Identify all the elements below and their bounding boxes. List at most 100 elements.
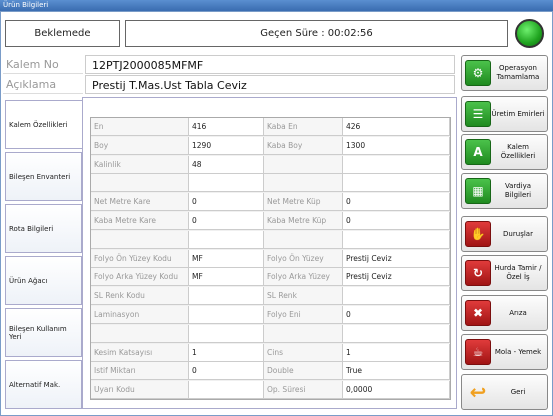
property-label: Folyo Arka Yüzey Kodu — [91, 268, 189, 287]
property-label: Net Metre Kare — [91, 193, 189, 212]
tab-component-usage[interactable]: Bileşen Kullanım Yeri — [5, 308, 82, 357]
action-button-label: Kalem Özellikleri — [500, 143, 536, 160]
property-label: Folyo Arka Yüzey — [264, 268, 343, 287]
action-button-5[interactable]: ✋ Duruşlar — [461, 216, 548, 252]
action-button-9[interactable]: ↩ Geri — [461, 374, 548, 410]
tab-component-inventory[interactable]: Bileşen Envanteri — [5, 152, 82, 201]
property-row: Folyo Ön Yüzey Kodu MF Folyo Ön Yüzey Prest… — [91, 249, 450, 268]
property-value: Prestij Ceviz — [343, 249, 450, 268]
calendar-icon: ▦ — [465, 178, 491, 204]
action-button-label: Geri — [510, 387, 526, 396]
property-row: Net Metre Kare 0 Net Metre Küp 0 — [91, 193, 450, 212]
property-label: Folyo Ön Yüzey Kodu — [91, 249, 189, 268]
property-label: Kalinlik — [91, 155, 189, 174]
property-value: 48 — [189, 155, 264, 174]
property-label — [264, 230, 343, 249]
window-title: Ürün Bilgileri — [0, 0, 553, 11]
property-label: Op. Süresi — [264, 381, 343, 400]
item-no-label: Kalem No — [3, 55, 83, 74]
action-button-label: Duruşlar — [503, 229, 533, 238]
property-label: Kaba Boy — [264, 136, 343, 155]
action-button-label: Operasyon Tamamlama — [496, 64, 540, 81]
action-button-label: Vardiya Bilgileri — [504, 182, 532, 199]
property-label — [264, 174, 343, 193]
tools-icon: ✖ — [465, 300, 491, 326]
property-label: Double — [264, 362, 343, 381]
document-icon: A — [465, 139, 491, 165]
property-label — [264, 155, 343, 174]
property-label: Folyo Eni — [264, 306, 343, 324]
property-value: 0 — [343, 306, 450, 324]
property-value: 0 — [189, 212, 264, 230]
property-label: SL Renk Kodu — [91, 287, 189, 306]
property-value: 1 — [189, 343, 264, 362]
tab-route-info[interactable]: Rota Bilgileri — [5, 204, 82, 253]
property-value: 1290 — [189, 136, 264, 155]
property-row: Laminasyon Folyo Eni 0 — [91, 306, 450, 324]
property-value — [343, 230, 450, 249]
property-value: MF — [189, 249, 264, 268]
status-light-icon — [515, 19, 544, 48]
property-value — [343, 174, 450, 193]
property-label: Kaba En — [264, 118, 343, 136]
action-button-4[interactable]: ▦ Vardiya Bilgileri — [461, 173, 548, 209]
property-label: Net Metre Küp — [264, 193, 343, 212]
property-value: 0 — [189, 362, 264, 381]
action-button-label: Mola - Yemek — [494, 347, 542, 356]
properties-panel: En 416 Kaba En 426 Boy 1290 Kaba Boy 1300 Kalinl… — [82, 97, 457, 409]
property-row: SL Renk Kodu SL Renk — [91, 287, 450, 306]
property-label: Laminasyon — [91, 306, 189, 324]
gear-icon: ⚙ — [465, 60, 491, 86]
info-row-item-no: Kalem No 12PTJ2000085MFMF — [3, 55, 463, 74]
property-value: 0 — [189, 193, 264, 212]
property-value — [189, 174, 264, 193]
property-label: En — [91, 118, 189, 136]
property-row: Uyarı Kodu Op. Süresi 0,0000 — [91, 381, 450, 400]
property-value: 1 — [343, 343, 450, 362]
property-value: 416 — [189, 118, 264, 136]
property-label: Kesim Katsayısı — [91, 343, 189, 362]
action-button-1[interactable]: ⚙ Operasyon Tamamlama — [461, 55, 548, 91]
property-value — [189, 306, 264, 324]
action-button-8[interactable]: ☕ Mola - Yemek — [461, 334, 548, 370]
property-value — [343, 287, 450, 306]
property-label: Folyo Ön Yüzey — [264, 249, 343, 268]
property-value — [343, 324, 450, 343]
action-button-label: Üretim Emirleri — [491, 109, 545, 118]
item-no-value: 12PTJ2000085MFMF — [85, 55, 455, 74]
status-state: Beklemede — [5, 20, 120, 47]
property-label: Kaba Metre Küp — [264, 212, 343, 230]
recycle-icon: ↻ — [465, 260, 491, 286]
tab-item-properties[interactable]: Kalem Özellikleri — [5, 100, 84, 149]
action-button-6[interactable]: ↻ Hurda Tamir / Özel İş — [461, 255, 548, 291]
property-value — [189, 381, 264, 400]
property-label — [91, 174, 189, 193]
tab-product-tree[interactable]: Ürün Ağacı — [5, 256, 82, 305]
property-value: 0 — [343, 212, 450, 230]
coffee-icon: ☕ — [465, 339, 491, 365]
stop-icon: ✋ — [465, 221, 491, 247]
elapsed-time: Geçen Süre : 00:02:56 — [125, 20, 508, 47]
property-value: Prestij Ceviz — [343, 268, 450, 287]
property-label — [264, 324, 343, 343]
action-button-label: Hurda Tamir / Özel İş — [494, 264, 542, 281]
property-label — [91, 230, 189, 249]
property-label: Cins — [264, 343, 343, 362]
back-arrow-icon: ↩ — [469, 380, 487, 404]
property-value: 426 — [343, 118, 450, 136]
property-label: Kaba Metre Kare — [91, 212, 189, 230]
action-button-3[interactable]: A Kalem Özellikleri — [461, 134, 548, 170]
property-row: Kesim Katsayısı 1 Cins 1 — [91, 343, 450, 362]
property-row: En 416 Kaba En 426 — [91, 118, 450, 136]
property-label: SL Renk — [264, 287, 343, 306]
property-value — [189, 287, 264, 306]
action-button-2[interactable]: ☰ Üretim Emirleri — [461, 96, 548, 132]
property-row: Kalinlik 48 — [91, 155, 450, 174]
property-row: Boy 1290 Kaba Boy 1300 — [91, 136, 450, 155]
property-value — [343, 155, 450, 174]
tab-alternative-machine[interactable]: Alternatif Mak. — [5, 360, 82, 409]
action-button-7[interactable]: ✖ Arıza — [461, 295, 548, 331]
property-value — [189, 324, 264, 343]
property-value: 0 — [343, 193, 450, 212]
property-row: Folyo Arka Yüzey Kodu MF Folyo Arka Yüzey P… — [91, 268, 450, 287]
